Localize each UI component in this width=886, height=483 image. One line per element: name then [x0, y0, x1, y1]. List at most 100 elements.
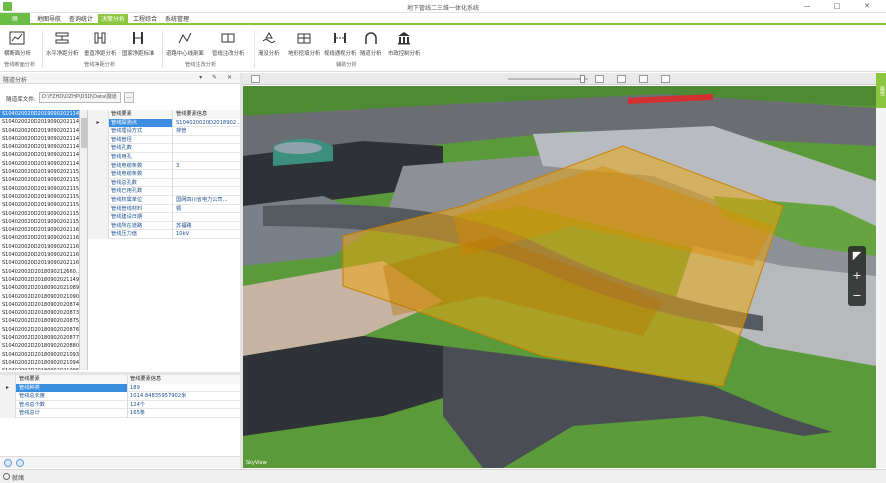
tab-map-navigation[interactable]: 地图导航	[34, 14, 64, 25]
list-item[interactable]: S104020020D20190902021161...	[0, 226, 79, 234]
value-cell	[174, 179, 240, 188]
table-row[interactable]: 管线埋设方式 排管	[88, 127, 240, 136]
list-item[interactable]: S104020020D20190902021151...	[0, 168, 79, 176]
table-row[interactable]: 管线用孔	[88, 153, 240, 162]
panel-controls[interactable]: ▾ ✎ ✕	[199, 74, 236, 81]
list-item[interactable]: S104020020D20190902021156...	[0, 201, 79, 209]
list-item[interactable]: S104020020D20190902021146...	[0, 151, 79, 159]
split-view-icon[interactable]	[617, 75, 626, 83]
key-cell: 管线用孔	[109, 153, 173, 162]
key-cell: 管线埋设方式	[109, 127, 173, 136]
table-row[interactable]: 管点总个数 124个	[0, 400, 240, 410]
key-cell: 管线要素	[109, 110, 173, 119]
file-path-input[interactable]: D:\FZHD\DZHP\D3D\Data\隧道	[39, 92, 121, 103]
horizontal-distance-button[interactable]: 水平净距分析	[46, 30, 78, 57]
table-row[interactable]: 管线压力值 10kV	[88, 230, 240, 239]
road-centerline-button[interactable]: 道路中心线剖面	[166, 30, 204, 57]
properties-side-tab[interactable]: 属性	[876, 73, 886, 108]
compass-icon[interactable]: ◤	[848, 246, 866, 266]
table-row[interactable]: 管线管线材料铜	[88, 204, 240, 214]
3d-scene-view[interactable]: SkyView ◤ + −	[243, 86, 876, 468]
list-item[interactable]: S10402002D20180902021094...	[0, 359, 79, 367]
list-item[interactable]: S104020020D20190902021144...	[0, 143, 79, 151]
export-icon[interactable]	[661, 75, 670, 83]
list-item[interactable]: S104020020D20190902021148...	[0, 110, 79, 119]
list-item[interactable]: S10402002D20180902020874...	[0, 301, 79, 309]
maximize-button[interactable]: □	[822, 1, 852, 12]
table-row[interactable]: 管线建设日期	[88, 213, 240, 222]
table-row[interactable]: 管线总长度 1014.84835957902米	[0, 392, 240, 401]
layers-icon[interactable]	[251, 75, 260, 83]
transparency-slider[interactable]	[508, 78, 588, 80]
list-item[interactable]: S10402002D20180902021090...	[0, 293, 79, 301]
zoom-in-button[interactable]: +	[848, 266, 866, 286]
table-row[interactable]: 管线总孔数	[88, 178, 240, 188]
list-item[interactable]: S104020020D20190902021165...	[0, 251, 79, 259]
table-row[interactable]: 管线电缆条数	[88, 170, 240, 179]
table-row[interactable]: 管线管径	[88, 135, 240, 145]
tab-query-statistics[interactable]: 查询统计	[66, 14, 96, 25]
app-menu-button[interactable]: ▤	[0, 13, 30, 25]
list-item[interactable]: S10402002D20180902021149...	[0, 276, 79, 284]
table-header[interactable]: 管线要素 管线要素信息	[0, 375, 240, 384]
list-item[interactable]: S10402002D20180902020880...	[0, 342, 79, 350]
list-item[interactable]: S104020020D20190902021159...	[0, 218, 79, 226]
table-row[interactable]: 管线权属单位 国网四川省电力公司...	[88, 196, 240, 205]
cut-fill-analysis-icon	[295, 30, 313, 46]
table-row[interactable]: 管线电缆条数 3	[88, 161, 240, 171]
vertical-distance-button[interactable]: 垂直净距分析	[84, 30, 116, 57]
list-item[interactable]: S104020020D20190902021164...	[0, 243, 79, 251]
list-item[interactable]: S10402002D20180902020876...	[0, 326, 79, 334]
cross-section-button[interactable]: 横断面分析	[4, 30, 31, 57]
list-item[interactable]: S104020020D20190902021143...	[0, 118, 79, 126]
pipeline-id-list[interactable]: S104020020D20190902021148... S104020020D2…	[0, 110, 80, 370]
table-row[interactable]: 管线孔数	[88, 144, 240, 153]
flood-analysis-button[interactable]: 淹没分析	[258, 30, 280, 57]
list-item[interactable]: S104020020D20190902021152...	[0, 176, 79, 184]
table-row[interactable]: 管线已用孔数	[88, 187, 240, 196]
globe-icon[interactable]	[4, 459, 12, 467]
list-item[interactable]: S10402002D2018090212660...	[0, 268, 79, 276]
list-item[interactable]: S104020020D20190902021162...	[0, 234, 79, 242]
list-item[interactable]: S10402002D20180902020877...	[0, 334, 79, 342]
tab-engineering[interactable]: 工程综合	[130, 14, 160, 25]
list-item[interactable]: S10402002D20180902021093...	[0, 351, 79, 359]
navigation-control: ◤ + −	[848, 246, 866, 306]
tunnel-analysis-button[interactable]: 隧道分析	[360, 30, 382, 57]
star-icon[interactable]	[16, 459, 24, 467]
slider-knob[interactable]	[580, 75, 585, 83]
measure-icon[interactable]	[639, 75, 648, 83]
grid-view-icon[interactable]	[595, 75, 604, 83]
table-row[interactable]: 管线总计 165条	[0, 409, 240, 418]
municipal-control-button[interactable]: 市政控制分析	[388, 30, 420, 57]
list-item[interactable]: S104020020D20190902021144...	[0, 135, 79, 143]
group-label-auxiliary: 辅助分析	[336, 62, 357, 68]
list-item[interactable]: S10402002D20180902021089...	[0, 284, 79, 292]
close-button[interactable]: ✕	[852, 1, 882, 12]
tab-system-management[interactable]: 系统管理	[162, 14, 192, 25]
line-of-sight-button[interactable]: 视线通视分析	[324, 30, 356, 57]
list-item[interactable]: S104020020D20190902021155...	[0, 193, 79, 201]
table-row[interactable]: 管线所在道路 苏福路	[88, 221, 240, 231]
row-header-cell: ▸	[88, 118, 109, 128]
browse-button[interactable]: ...	[124, 92, 134, 103]
standard-distance-button[interactable]: 国家净距标准	[122, 30, 154, 57]
table-header[interactable]: 管线要素 管线要素信息	[88, 110, 240, 119]
table-row[interactable]: ▸ 管线种类 189	[0, 383, 240, 393]
list-item[interactable]: S104020020D20190902021166...	[0, 259, 79, 267]
list-scrollbar[interactable]	[80, 110, 88, 370]
tab-decision-analysis[interactable]: 决策分析	[98, 14, 129, 25]
list-item[interactable]: S10402002D20180902020875...	[0, 317, 79, 325]
zoom-out-button[interactable]: −	[848, 286, 866, 306]
list-item[interactable]: S104020020D20190902021148...	[0, 160, 79, 168]
table-row[interactable]: ▸ 管线探测点 S104020020D2018902...	[88, 118, 240, 128]
list-item[interactable]: S104020020D20190902021148...	[0, 127, 79, 135]
list-item[interactable]: S104020020D20190902021158...	[0, 210, 79, 218]
list-item[interactable]: S10402002D20180902021095...	[0, 367, 79, 370]
list-item[interactable]: S10402002D20180902020873...	[0, 309, 79, 317]
minimize-button[interactable]: —	[792, 1, 822, 12]
cut-fill-analysis-button[interactable]: 地形挖填分析	[288, 30, 320, 57]
scrollbar-thumb[interactable]	[81, 118, 87, 148]
pipeline-change-button[interactable]: 管线注改分析	[212, 30, 244, 57]
list-item[interactable]: S104020020D20190902021153...	[0, 185, 79, 193]
